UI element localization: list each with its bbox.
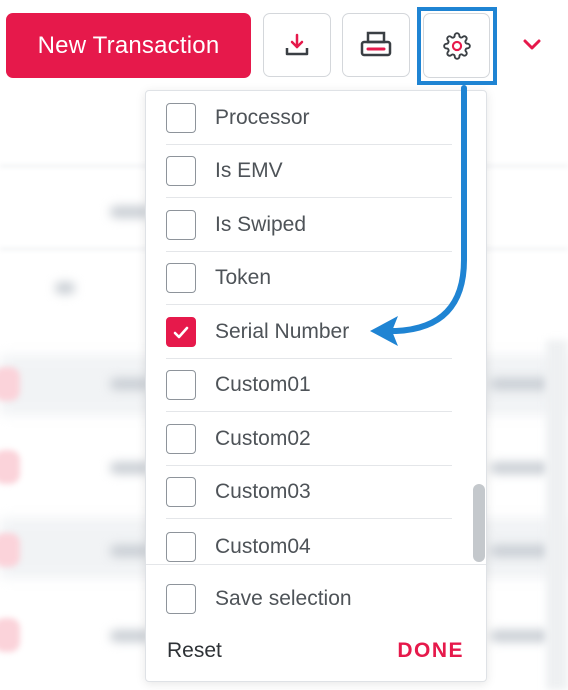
column-chooser-panel: Processor Is EMV Is Swiped Token Serial … — [145, 90, 487, 682]
checkmark-icon — [173, 326, 189, 338]
scroll-column-blur — [546, 340, 568, 690]
save-selection-option[interactable]: Save selection — [166, 584, 352, 614]
done-button[interactable]: DONE — [397, 639, 464, 663]
chevron-down-icon — [523, 39, 541, 50]
new-transaction-button[interactable]: New Transaction — [6, 13, 251, 78]
save-selection-label: Save selection — [215, 587, 352, 610]
checkbox[interactable] — [166, 103, 196, 133]
column-option-label: Custom03 — [215, 480, 311, 503]
status-badge — [0, 533, 20, 567]
list-scrollbar[interactable] — [473, 484, 485, 562]
download-button[interactable] — [263, 13, 331, 77]
checkbox[interactable] — [166, 477, 196, 507]
cell-blur — [490, 378, 550, 390]
checkbox[interactable] — [166, 210, 196, 240]
checkbox[interactable] — [166, 156, 196, 186]
checkbox[interactable] — [166, 370, 196, 400]
print-button[interactable] — [342, 13, 410, 77]
cell-blur — [110, 545, 150, 557]
save-selection-checkbox[interactable] — [166, 584, 196, 614]
column-list: Processor Is EMV Is Swiped Token Serial … — [146, 91, 476, 563]
status-badge — [0, 367, 20, 401]
column-option-custom03[interactable]: Custom03 — [166, 466, 452, 519]
cell-blur — [110, 630, 150, 642]
cell-blur — [110, 462, 150, 474]
column-option-token[interactable]: Token — [166, 252, 452, 305]
column-option-serial-number[interactable]: Serial Number — [166, 306, 452, 359]
checkbox[interactable] — [166, 263, 196, 293]
filter-blur — [55, 282, 75, 294]
panel-divider — [146, 564, 486, 565]
checkbox[interactable] — [166, 531, 196, 562]
column-header-blur — [110, 206, 150, 218]
column-option-is-emv[interactable]: Is EMV — [166, 145, 452, 198]
cell-blur — [490, 545, 550, 557]
checkbox[interactable] — [166, 424, 196, 454]
column-option-label: Processor — [215, 106, 310, 129]
column-option-label: Custom04 — [215, 534, 311, 558]
column-option-label: Is EMV — [215, 159, 283, 182]
reset-button[interactable]: Reset — [167, 639, 222, 663]
column-option-label: Serial Number — [215, 320, 350, 343]
column-option-is-swiped[interactable]: Is Swiped — [166, 199, 452, 252]
printer-icon — [360, 31, 392, 57]
download-icon — [285, 33, 309, 56]
column-option-processor[interactable]: Processor — [166, 92, 452, 145]
column-option-label: Is Swiped — [215, 213, 307, 236]
column-option-custom01[interactable]: Custom01 — [166, 359, 452, 412]
settings-highlight-box — [417, 7, 497, 85]
column-option-label: Token — [215, 266, 272, 289]
more-options-button[interactable] — [519, 34, 545, 56]
column-option-label: Custom02 — [215, 427, 311, 450]
cell-blur — [490, 462, 550, 474]
column-option-label: Custom01 — [215, 373, 311, 396]
checkbox-checked[interactable] — [166, 317, 196, 347]
cell-blur — [110, 378, 150, 390]
cell-blur — [490, 630, 550, 642]
status-badge — [0, 450, 20, 484]
column-option-custom02[interactable]: Custom02 — [166, 413, 452, 466]
status-badge — [0, 618, 20, 652]
column-option-custom04[interactable]: Custom04 — [166, 520, 452, 563]
